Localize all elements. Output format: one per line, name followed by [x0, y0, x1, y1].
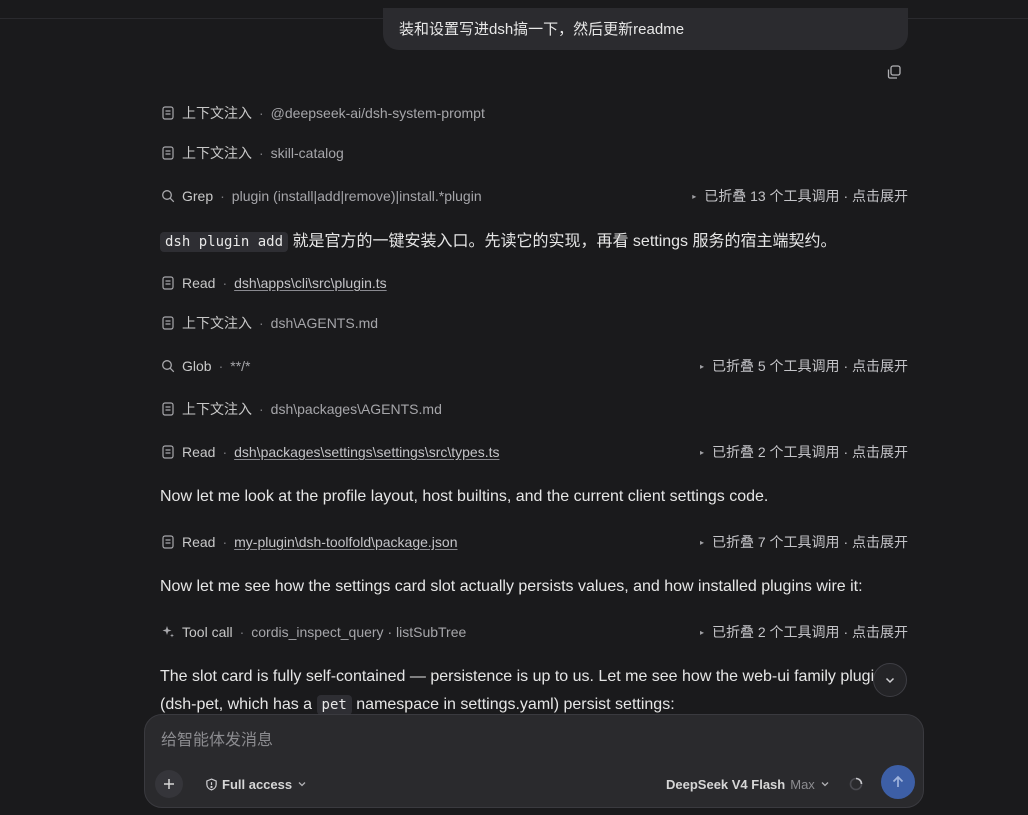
tool-kind: Grep: [182, 188, 214, 204]
collapsed-tools-toggle[interactable]: ▸ 已折叠 13 个工具调用 · 点击展开: [692, 186, 908, 206]
separator-dot: ·: [259, 315, 264, 331]
tool-row-read[interactable]: Read · my-plugin\dsh-toolfold\package.js…: [160, 531, 908, 553]
loading-spinner-icon: [848, 776, 864, 792]
chevron-down-icon: [297, 779, 307, 789]
inline-code: pet: [316, 695, 352, 715]
collapsed-tools-toggle[interactable]: ▸ 已折叠 2 个工具调用 · 点击展开: [700, 622, 908, 642]
user-message-bubble: 装和设置写进dsh搞一下，然后更新readme: [383, 8, 908, 50]
separator-dot: ·: [220, 188, 225, 204]
collapsed-tools-toggle[interactable]: ▸ 已折叠 5 个工具调用 · 点击展开: [700, 356, 908, 376]
model-mode: Max: [790, 776, 815, 792]
separator-dot: ·: [222, 275, 228, 291]
caret-right-icon: ▸: [699, 447, 704, 457]
separator-dot: ·: [239, 624, 245, 640]
separator-dot: ·: [218, 358, 224, 374]
paragraph-text: Now let me look at the profile layout, h…: [160, 488, 769, 505]
tool-row-tool-call[interactable]: Tool call · cordis_inspect_query · listS…: [160, 621, 908, 643]
tool-kind: 上下文注入: [182, 145, 252, 161]
caret-right-icon: ▸: [699, 537, 704, 547]
tool-kind: 上下文注入: [182, 315, 252, 331]
send-button[interactable]: [881, 765, 915, 799]
tool-arg: skill-catalog: [270, 145, 344, 161]
tool-row-context-injection[interactable]: 上下文注入 · dsh\AGENTS.md: [160, 312, 908, 334]
tool-row-read[interactable]: Read · dsh\packages\settings\settings\sr…: [160, 441, 908, 463]
document-icon: [160, 534, 176, 550]
caret-right-icon: ▸: [699, 361, 704, 371]
paragraph-line: The slot card is fully self-contained — …: [160, 668, 876, 685]
document-icon: [160, 315, 176, 331]
collapsed-tools-toggle[interactable]: ▸ 已折叠 2 个工具调用 · 点击展开: [700, 442, 908, 462]
message-composer: Full access DeepSeek V4 Flash Max: [144, 714, 924, 808]
tool-kind: 上下文注入: [182, 401, 252, 417]
collapsed-tools-label: 已折叠 5 个工具调用 · 点击展开: [711, 358, 908, 374]
tool-kind: Tool call: [182, 624, 233, 640]
document-icon: [160, 105, 176, 121]
chevron-down-icon: [885, 677, 895, 684]
tool-arg: **/*: [230, 358, 251, 374]
tool-row-glob[interactable]: Glob · **/* ▸ 已折叠 5 个工具调用 · 点击展开: [160, 355, 908, 377]
shield-icon: [205, 777, 218, 791]
model-selector[interactable]: DeepSeek V4 Flash Max: [666, 774, 830, 794]
tool-row-context-injection[interactable]: 上下文注入 · @deepseek-ai/dsh-system-prompt: [160, 102, 908, 124]
tool-row-context-injection[interactable]: 上下文注入 · skill-catalog: [160, 142, 908, 164]
access-mode-dropdown[interactable]: Full access: [205, 774, 307, 794]
chevron-down-icon: [820, 779, 830, 789]
caret-right-icon: ▸: [699, 627, 704, 637]
collapsed-tools-label: 已折叠 13 个工具调用 · 点击展开: [704, 188, 908, 204]
tool-arg: dsh\packages\AGENTS.md: [270, 401, 442, 417]
inline-code: dsh plugin add: [160, 232, 289, 252]
tool-row-context-injection[interactable]: 上下文注入 · dsh\packages\AGENTS.md: [160, 398, 908, 420]
assistant-paragraph: Now let me see how the settings card slo…: [160, 573, 920, 601]
assistant-paragraph: The slot card is fully self-contained — …: [160, 663, 876, 719]
file-link[interactable]: dsh\apps\cli\src\plugin.ts: [234, 275, 387, 291]
collapsed-tools-toggle[interactable]: ▸ 已折叠 7 个工具调用 · 点击展开: [700, 532, 908, 552]
scroll-to-bottom-button[interactable]: [873, 663, 907, 697]
file-link[interactable]: dsh\packages\settings\settings\src\types…: [234, 444, 499, 460]
document-icon: [160, 444, 176, 460]
access-mode-label: Full access: [222, 776, 293, 792]
tool-arg: @deepseek-ai/dsh-system-prompt: [270, 105, 485, 121]
collapsed-tools-label: 已折叠 2 个工具调用 · 点击展开: [711, 444, 908, 460]
separator-dot: ·: [222, 444, 228, 460]
plus-icon: [164, 779, 174, 789]
tool-arg: cordis_inspect_query · listSubTree: [251, 624, 467, 640]
tool-kind: Read: [182, 444, 216, 460]
paragraph-text: (dsh-pet, which has a: [160, 696, 313, 713]
copy-button[interactable]: [884, 62, 904, 82]
tool-kind: Read: [182, 275, 216, 291]
file-link[interactable]: my-plugin\dsh-toolfold\package.json: [234, 534, 457, 550]
separator-dot: ·: [222, 534, 228, 550]
search-icon: [160, 358, 176, 374]
document-icon: [160, 145, 176, 161]
copy-icon: [887, 65, 901, 79]
message-input[interactable]: [161, 729, 861, 753]
document-icon: [160, 401, 176, 417]
tool-arg: dsh\AGENTS.md: [270, 315, 379, 331]
collapsed-tools-label: 已折叠 7 个工具调用 · 点击展开: [711, 534, 908, 550]
tool-kind: Glob: [182, 358, 212, 374]
arrow-up-icon: [892, 775, 904, 787]
assistant-paragraph: dsh plugin add 就是官方的一键安装入口。先读它的实现，再看 set…: [160, 228, 920, 256]
search-icon: [160, 188, 176, 204]
separator-dot: ·: [259, 145, 264, 161]
tool-kind: 上下文注入: [182, 105, 252, 121]
tool-kind: Read: [182, 534, 216, 550]
caret-right-icon: ▸: [692, 191, 697, 201]
user-message-text: 装和设置写进dsh搞一下，然后更新readme: [399, 21, 685, 38]
sparkle-icon: [160, 624, 176, 640]
separator-dot: ·: [259, 105, 264, 121]
tool-arg: plugin (install|add|remove)|install.*plu…: [231, 188, 482, 204]
assistant-paragraph: Now let me look at the profile layout, h…: [160, 483, 920, 511]
tool-row-grep[interactable]: Grep · plugin (install|add|remove)|insta…: [160, 185, 908, 207]
separator-dot: ·: [259, 401, 264, 417]
document-icon: [160, 275, 176, 291]
tool-row-read[interactable]: Read · dsh\apps\cli\src\plugin.ts: [160, 272, 908, 294]
paragraph-text: 就是官方的一键安装入口。先读它的实现，再看 settings 服务的宿主端契约。: [292, 233, 837, 250]
paragraph-text: namespace in settings.yaml) persist sett…: [356, 696, 675, 713]
add-attachment-button[interactable]: [155, 770, 183, 798]
collapsed-tools-label: 已折叠 2 个工具调用 · 点击展开: [711, 624, 908, 640]
model-name: DeepSeek V4 Flash: [666, 776, 786, 792]
paragraph-text: Now let me see how the settings card slo…: [160, 578, 863, 595]
